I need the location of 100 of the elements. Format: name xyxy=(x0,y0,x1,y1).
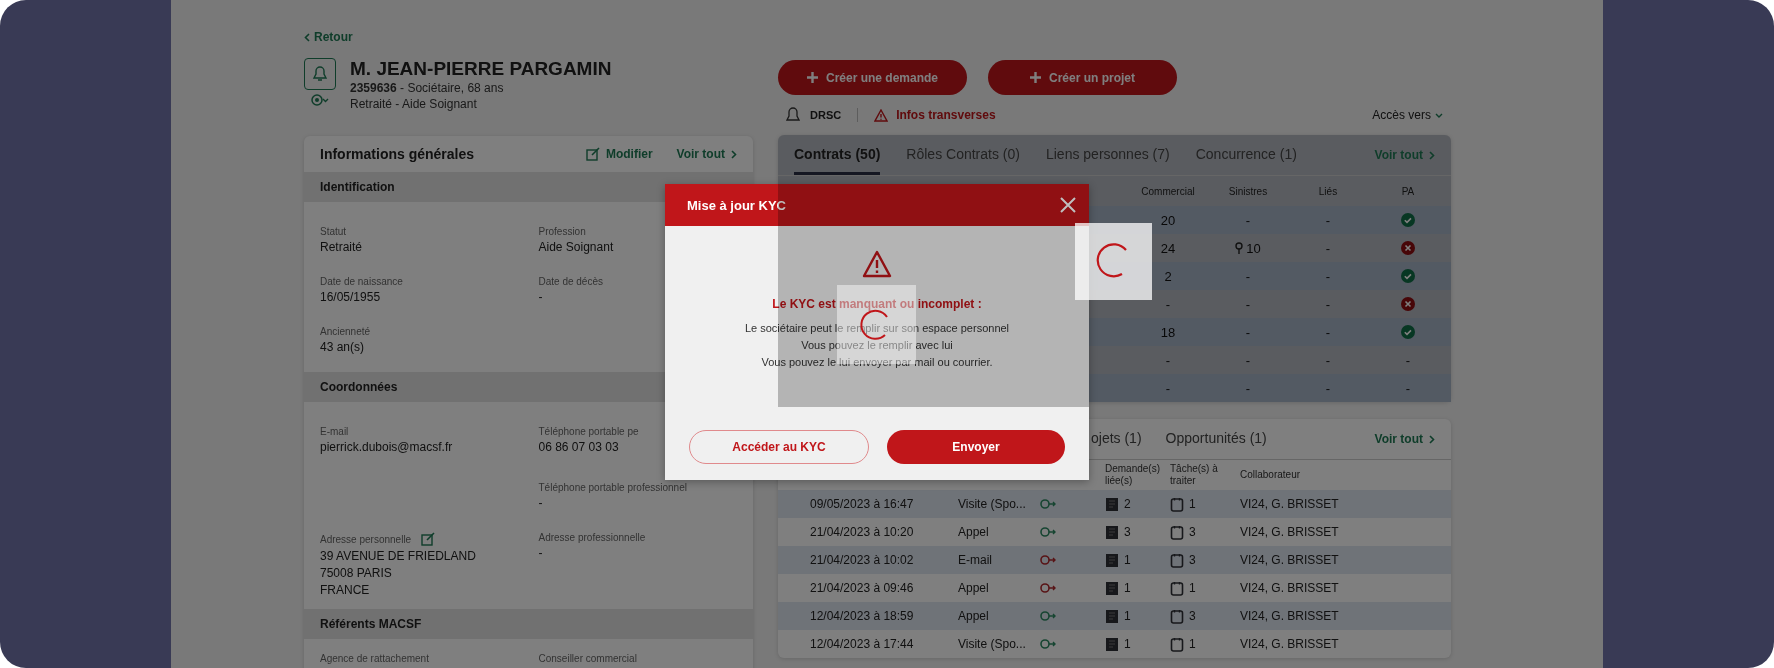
table-cell: - xyxy=(1245,324,1251,340)
tab[interactable]: Rôles Contrats (0) xyxy=(906,135,1020,175)
document-icon xyxy=(1105,636,1119,652)
alert-link[interactable]: Infos transverses xyxy=(874,108,996,122)
caret-icon xyxy=(1435,112,1443,118)
table-cell: 18 xyxy=(1160,324,1176,340)
table-cell: - xyxy=(1325,380,1331,396)
table-cell: 20 xyxy=(1160,212,1176,228)
table-cell-text: Visite (Spo... xyxy=(958,497,1027,511)
table-cell: 1 xyxy=(1124,637,1131,651)
plus-icon xyxy=(1030,72,1041,83)
field-label: Ancienneté xyxy=(320,326,371,337)
clipboard-icon xyxy=(1170,524,1184,540)
see-all-link[interactable]: Voir tout xyxy=(1374,148,1435,162)
table-cell-text: 12/04/2023 à 18:59 xyxy=(809,609,915,623)
edit-link[interactable]: Modifier xyxy=(585,147,653,161)
column-header: Sinistres xyxy=(1227,185,1269,197)
see-all-link[interactable]: Voir tout xyxy=(676,147,737,161)
table-cell: 2 xyxy=(1124,497,1131,511)
client-status: Retraité - Aide Soignant xyxy=(350,96,478,112)
table-cell: 1 xyxy=(1189,497,1196,511)
column-header: Liés xyxy=(1317,185,1339,197)
table-cell: 1 xyxy=(1124,581,1131,595)
table-cell: - xyxy=(1165,380,1171,396)
column-header: Tâche(s) à traiter xyxy=(1170,463,1219,487)
table-cell: 1 xyxy=(1124,553,1131,567)
table-cell: - xyxy=(1325,324,1331,340)
column-header: Commercial xyxy=(1140,185,1196,197)
chevron-right-icon xyxy=(731,149,737,159)
modal-text: Vous pouvez le lui envoyer par mail ou courrier. xyxy=(761,356,993,368)
modal-text: Vous pouvez le remplir avec lui xyxy=(801,339,953,351)
table-cell: 3 xyxy=(1124,525,1131,539)
edit-icon[interactable] xyxy=(421,532,436,546)
table-cell-text: VI24, G. BRISSET xyxy=(1240,609,1340,623)
see-all-link[interactable]: Voir tout xyxy=(1374,432,1435,446)
document-icon xyxy=(1105,552,1119,568)
field-label: Adresse personnelle xyxy=(320,533,412,545)
create-button[interactable]: Créer un projet xyxy=(988,60,1177,95)
tab[interactable]: Liens personnes (7) xyxy=(1045,135,1170,175)
table-cell: 3 xyxy=(1189,609,1196,623)
table-cell-text: Visite (Spo... xyxy=(958,637,1027,651)
tab[interactable]: Concurrence (1) xyxy=(1195,135,1297,175)
warning-icon xyxy=(862,250,892,278)
field-label: Conseiller commercial xyxy=(538,653,637,664)
field-label: Date de décès xyxy=(538,276,603,287)
table-cell: 2 xyxy=(1164,268,1172,284)
field-value: 16/05/1955 xyxy=(320,289,382,306)
bell-icon xyxy=(786,107,800,123)
tab[interactable]: ojets (1) xyxy=(1091,419,1142,459)
document-icon xyxy=(1105,608,1119,624)
panel-title: Informations générales xyxy=(320,146,476,162)
table-cell-text: Appel xyxy=(958,609,990,623)
field-label: Adresse professionnelle xyxy=(538,532,646,543)
table-cell: - xyxy=(1325,296,1331,312)
table-cell-text: 21/04/2023 à 10:02 xyxy=(809,553,915,567)
table-cell-text: VI24, G. BRISSET xyxy=(1240,497,1340,511)
tab[interactable]: Contrats (50) xyxy=(794,135,881,175)
table-cell: 24 xyxy=(1160,240,1176,256)
clipboard-icon xyxy=(1170,608,1184,624)
table-cell-text: VI24, G. BRISSET xyxy=(1240,581,1340,595)
create-button[interactable]: Créer une demande xyxy=(778,60,967,95)
field-label: Date de naissance xyxy=(320,276,403,287)
access-dropdown[interactable]: Accès vers xyxy=(1372,108,1443,122)
avatar-icon xyxy=(304,58,336,90)
table-cell-text: 12/04/2023 à 17:44 xyxy=(809,637,915,651)
entity-label: DRSC xyxy=(810,109,842,121)
document-icon xyxy=(1105,524,1119,540)
table-cell-text: 21/04/2023 à 09:46 xyxy=(809,581,915,595)
field-label: Statut xyxy=(320,226,347,237)
field-value: - xyxy=(538,289,544,306)
table-cell: 1 xyxy=(1189,581,1196,595)
table-cell: - xyxy=(1245,296,1251,312)
field-label: E-mail xyxy=(320,426,349,437)
table-cell: - xyxy=(1245,380,1251,396)
table-cell: 3 xyxy=(1189,525,1196,539)
client-number: 2359636 - Sociétaire, 68 ans xyxy=(350,80,505,96)
table-cell: - xyxy=(1245,352,1251,368)
column-header: Demande(s) liée(s) xyxy=(1105,463,1162,487)
field-value: - xyxy=(538,495,544,512)
table-cell: - xyxy=(1325,268,1331,284)
back-link[interactable]: Retour xyxy=(304,30,353,44)
chevron-right-icon xyxy=(1429,150,1435,160)
table-cell: 1 xyxy=(1189,637,1196,651)
table-cell: - xyxy=(1405,352,1411,368)
table-cell: - xyxy=(1165,296,1171,312)
field-label: Profession xyxy=(538,226,586,237)
clipboard-icon xyxy=(1170,552,1184,568)
tab[interactable]: Opportunités (1) xyxy=(1165,419,1267,459)
clipboard-icon xyxy=(1170,580,1184,596)
warning-message: Le KYC est manquant ou incomplet : xyxy=(772,297,982,311)
document-icon xyxy=(1105,496,1119,512)
send-button[interactable]: Envoyer xyxy=(887,430,1065,464)
table-cell: 10 xyxy=(1246,240,1261,256)
client-name: M. JEAN-PIERRE PARGAMIN xyxy=(350,58,612,80)
close-icon[interactable] xyxy=(1059,196,1077,214)
table-cell: 3 xyxy=(1189,553,1196,567)
field-label: Agence de rattachement xyxy=(320,653,429,664)
clipboard-icon xyxy=(1170,636,1184,652)
table-cell-text: Appel xyxy=(958,525,990,539)
table-cell: 1 xyxy=(1124,609,1131,623)
